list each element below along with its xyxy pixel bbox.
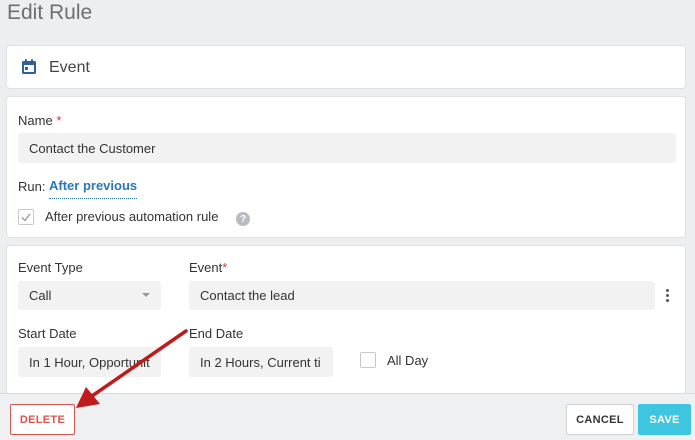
cancel-button[interactable]: CANCEL xyxy=(566,404,634,435)
help-icon[interactable]: ? xyxy=(236,212,250,226)
event-label-text: Event xyxy=(189,260,223,275)
end-date-input[interactable]: In 2 Hours, Current ti xyxy=(189,347,333,377)
after-previous-label: After previous automation rule xyxy=(45,209,219,224)
name-input[interactable]: Contact the Customer xyxy=(18,133,676,163)
more-options-icon[interactable] xyxy=(664,289,670,303)
event-input[interactable]: Contact the lead xyxy=(189,281,655,310)
run-label: Run: xyxy=(18,179,46,194)
name-field-label: Name * xyxy=(18,113,61,128)
start-date-input[interactable]: In 1 Hour, Opportunit xyxy=(18,347,161,377)
page-title: Edit Rule xyxy=(7,1,93,24)
delete-button[interactable]: DELETE xyxy=(10,404,75,435)
name-label-text: Name xyxy=(18,113,53,128)
end-date-value: In 2 Hours, Current ti xyxy=(200,354,321,370)
chevron-down-icon xyxy=(142,293,150,297)
save-button[interactable]: SAVE xyxy=(638,404,691,435)
run-mode-dropdown[interactable]: After previous xyxy=(49,178,138,199)
checkmark-icon xyxy=(21,213,31,222)
event-input-value: Contact the lead xyxy=(200,288,295,303)
event-details-card: Event Type Call Event* Contact the lead … xyxy=(6,245,686,395)
event-field-label: Event* xyxy=(189,260,227,275)
event-section-label: Event xyxy=(49,59,90,76)
start-date-value: In 1 Hour, Opportunit xyxy=(29,354,150,370)
event-type-label: Event Type xyxy=(18,260,83,275)
calendar-icon xyxy=(22,59,36,74)
after-previous-checkbox[interactable] xyxy=(18,209,34,225)
event-type-value: Call xyxy=(29,288,52,303)
required-mark: * xyxy=(222,260,228,275)
all-day-checkbox[interactable] xyxy=(360,352,376,368)
name-input-value: Contact the Customer xyxy=(29,140,156,156)
dialog-footer: DELETE CANCEL SAVE xyxy=(0,393,695,440)
start-date-label: Start Date xyxy=(18,326,77,341)
end-date-label: End Date xyxy=(189,326,244,341)
all-day-label: All Day xyxy=(387,353,429,368)
event-type-select[interactable]: Call xyxy=(18,281,161,310)
event-section-header[interactable]: Event xyxy=(6,45,686,89)
rule-settings-card: Name * Contact the Customer Run: After p… xyxy=(6,96,686,238)
required-mark: * xyxy=(56,113,62,128)
